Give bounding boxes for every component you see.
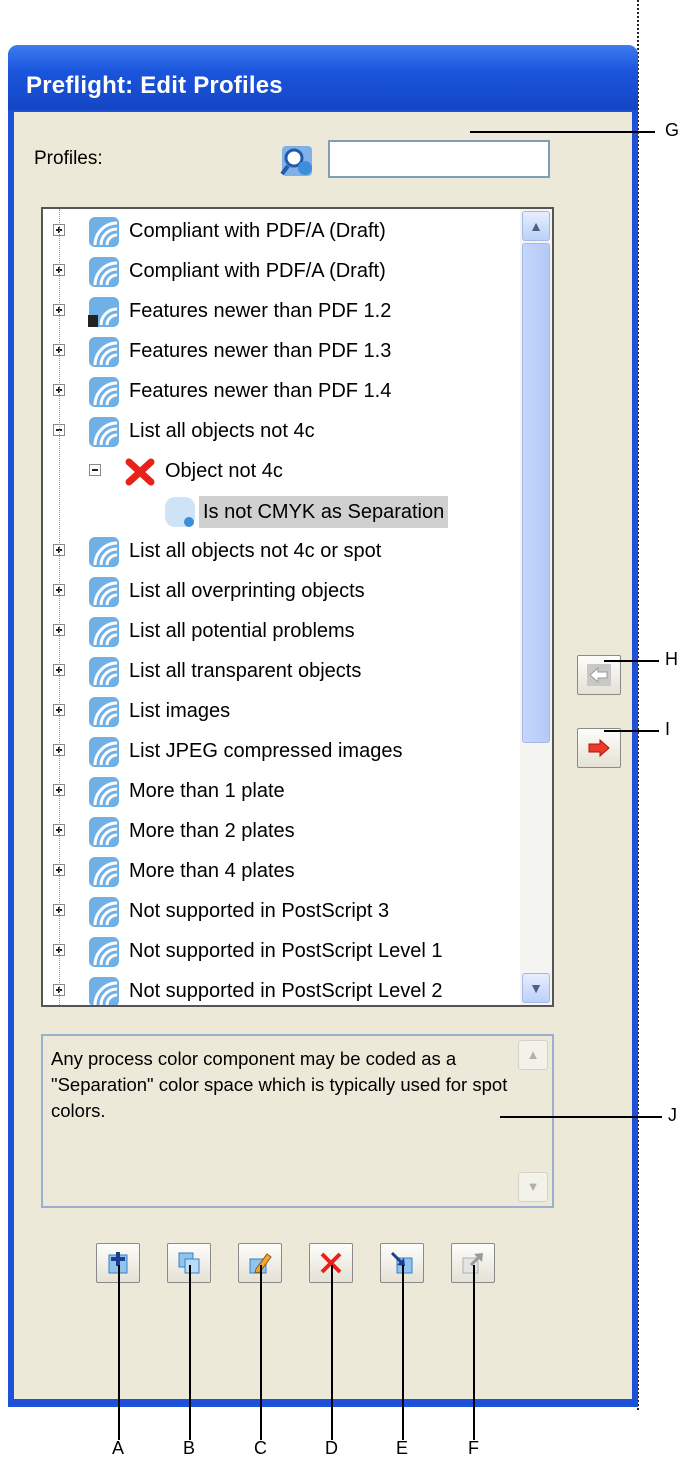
tree-item-label: Features newer than PDF 1.4 xyxy=(129,380,392,402)
tree-item-label: Compliant with PDF/A (Draft) xyxy=(129,220,386,242)
description-text: Any process color component may be coded… xyxy=(51,1048,508,1121)
tree-item-label: Object not 4c xyxy=(165,460,283,482)
tree-item-label: Features newer than PDF 1.2 xyxy=(129,300,392,322)
tree-item-label: Not supported in PostScript 3 xyxy=(129,900,390,922)
scroll-up-button[interactable]: ▲ xyxy=(522,211,550,241)
scroll-thumb[interactable] xyxy=(522,243,550,743)
profile-icon xyxy=(87,935,121,969)
tree-item-label: More than 1 plate xyxy=(129,780,285,802)
profile-icon xyxy=(87,895,121,929)
callout-b: B xyxy=(183,1438,196,1458)
description-box: Any process color component may be coded… xyxy=(41,1034,554,1208)
profile-icon xyxy=(87,695,121,729)
tree-row[interactable]: More than 2 plates xyxy=(43,812,513,852)
callout-d: D xyxy=(325,1438,338,1458)
desc-scroll-down-button[interactable]: ▼ xyxy=(518,1172,548,1202)
tree-row[interactable]: Features newer than PDF 1.3 xyxy=(43,332,513,372)
callout-j: J xyxy=(668,1105,677,1125)
tree-item-label: Is not CMYK as Separation xyxy=(199,496,449,528)
profile-icon xyxy=(87,655,121,689)
title-bar[interactable]: Preflight: Edit Profiles xyxy=(8,45,638,110)
tree-row[interactable]: List all overprinting objects xyxy=(43,572,513,612)
tree-item-label: List all transparent objects xyxy=(129,660,362,682)
search-profile-icon[interactable] xyxy=(278,142,318,182)
desc-scroll-up-button[interactable]: ▲ xyxy=(518,1040,548,1070)
profile-icon xyxy=(87,615,121,649)
error-x-icon xyxy=(123,455,157,489)
tree-item-label: Not supported in PostScript Level 2 xyxy=(129,980,443,1002)
tree-row[interactable]: Not supported in PostScript 3 xyxy=(43,892,513,932)
callout-i-line xyxy=(604,730,659,732)
profile-icon xyxy=(87,535,121,569)
callout-b-line xyxy=(189,1265,191,1440)
profiles-tree[interactable]: Compliant with PDF/A (Draft) Compliant wi… xyxy=(41,207,554,1007)
tree-item-label: Features newer than PDF 1.3 xyxy=(129,340,392,362)
profiles-label: Profiles: xyxy=(34,148,103,169)
callout-d-line xyxy=(331,1265,333,1440)
profile-icon xyxy=(87,815,121,849)
tree-row[interactable]: List images xyxy=(43,692,513,732)
scroll-down-button[interactable]: ▼ xyxy=(522,973,550,1003)
window-title: Preflight: Edit Profiles xyxy=(26,72,283,99)
description-scrollbar[interactable]: ▲ ▼ xyxy=(518,1040,548,1202)
profile-icon xyxy=(87,335,121,369)
callout-j-line xyxy=(500,1116,662,1118)
callout-h-line xyxy=(604,660,659,662)
tree-row[interactable]: Features newer than PDF 1.2 xyxy=(43,292,513,332)
profile-icon xyxy=(87,575,121,609)
callout-a: A xyxy=(112,1438,125,1458)
locked-profile-icon xyxy=(87,295,121,329)
tree-row[interactable]: Features newer than PDF 1.4 xyxy=(43,372,513,412)
profile-icon xyxy=(87,735,121,769)
tree-item-label: List all objects not 4c or spot xyxy=(129,540,382,562)
tree-item-label: List all objects not 4c xyxy=(129,420,315,442)
tree-row[interactable]: Compliant with PDF/A (Draft) xyxy=(43,252,513,292)
profile-icon xyxy=(87,415,121,449)
tree-item-label: Not supported in PostScript Level 1 xyxy=(129,940,443,962)
tree-scrollbar[interactable]: ▲ ▼ xyxy=(520,209,552,1005)
tree-item-label: List all potential problems xyxy=(129,620,355,642)
tree-connector-line xyxy=(59,209,60,1005)
profile-icon xyxy=(87,855,121,889)
tree-item-label: Compliant with PDF/A (Draft) xyxy=(129,260,386,282)
tree-item-label: List images xyxy=(129,700,231,722)
callout-a-line xyxy=(118,1265,120,1440)
callout-e: E xyxy=(396,1438,409,1458)
tree-item-label: List JPEG compressed images xyxy=(129,740,403,762)
check-icon xyxy=(163,495,197,529)
callout-f: F xyxy=(468,1438,479,1458)
profile-icon xyxy=(87,215,121,249)
tree-row[interactable]: More than 4 plates xyxy=(43,852,513,892)
profile-icon xyxy=(87,375,121,409)
move-right-button[interactable] xyxy=(577,728,621,768)
tree-item-label: List all overprinting objects xyxy=(129,580,365,602)
callout-i: I xyxy=(665,719,671,739)
profile-icon xyxy=(87,975,121,1005)
callout-f-line xyxy=(473,1265,475,1440)
tree-row[interactable]: More than 1 plate xyxy=(43,772,513,812)
profile-icon xyxy=(87,255,121,289)
arrow-right-icon xyxy=(588,738,610,758)
callout-c: C xyxy=(254,1438,267,1458)
profile-icon xyxy=(87,775,121,809)
callout-c-line xyxy=(260,1265,262,1440)
collapse-icon[interactable] xyxy=(89,464,101,476)
tree-row[interactable]: Not supported in PostScript Level 2 xyxy=(43,972,513,1005)
tree-row[interactable]: List JPEG compressed images xyxy=(43,732,513,772)
tree-item-label: More than 2 plates xyxy=(129,820,295,842)
tree-row[interactable]: List all potential problems xyxy=(43,612,513,652)
callout-g-line xyxy=(470,131,655,133)
tree-row[interactable]: Not supported in PostScript Level 1 xyxy=(43,932,513,972)
tree-row[interactable]: Is not CMYK as Separation xyxy=(43,492,513,532)
tree-row[interactable]: List all objects not 4c xyxy=(43,412,513,452)
search-input[interactable] xyxy=(328,140,550,178)
tree-row[interactable]: List all transparent objects xyxy=(43,652,513,692)
callout-g: G xyxy=(665,120,680,140)
tree-row[interactable]: Compliant with PDF/A (Draft) xyxy=(43,212,513,252)
callout-h: H xyxy=(665,649,678,669)
tree-row[interactable]: Object not 4c xyxy=(43,452,513,492)
tree-item-label: More than 4 plates xyxy=(129,860,295,882)
tree-row[interactable]: List all objects not 4c or spot xyxy=(43,532,513,572)
callout-e-line xyxy=(402,1265,404,1440)
